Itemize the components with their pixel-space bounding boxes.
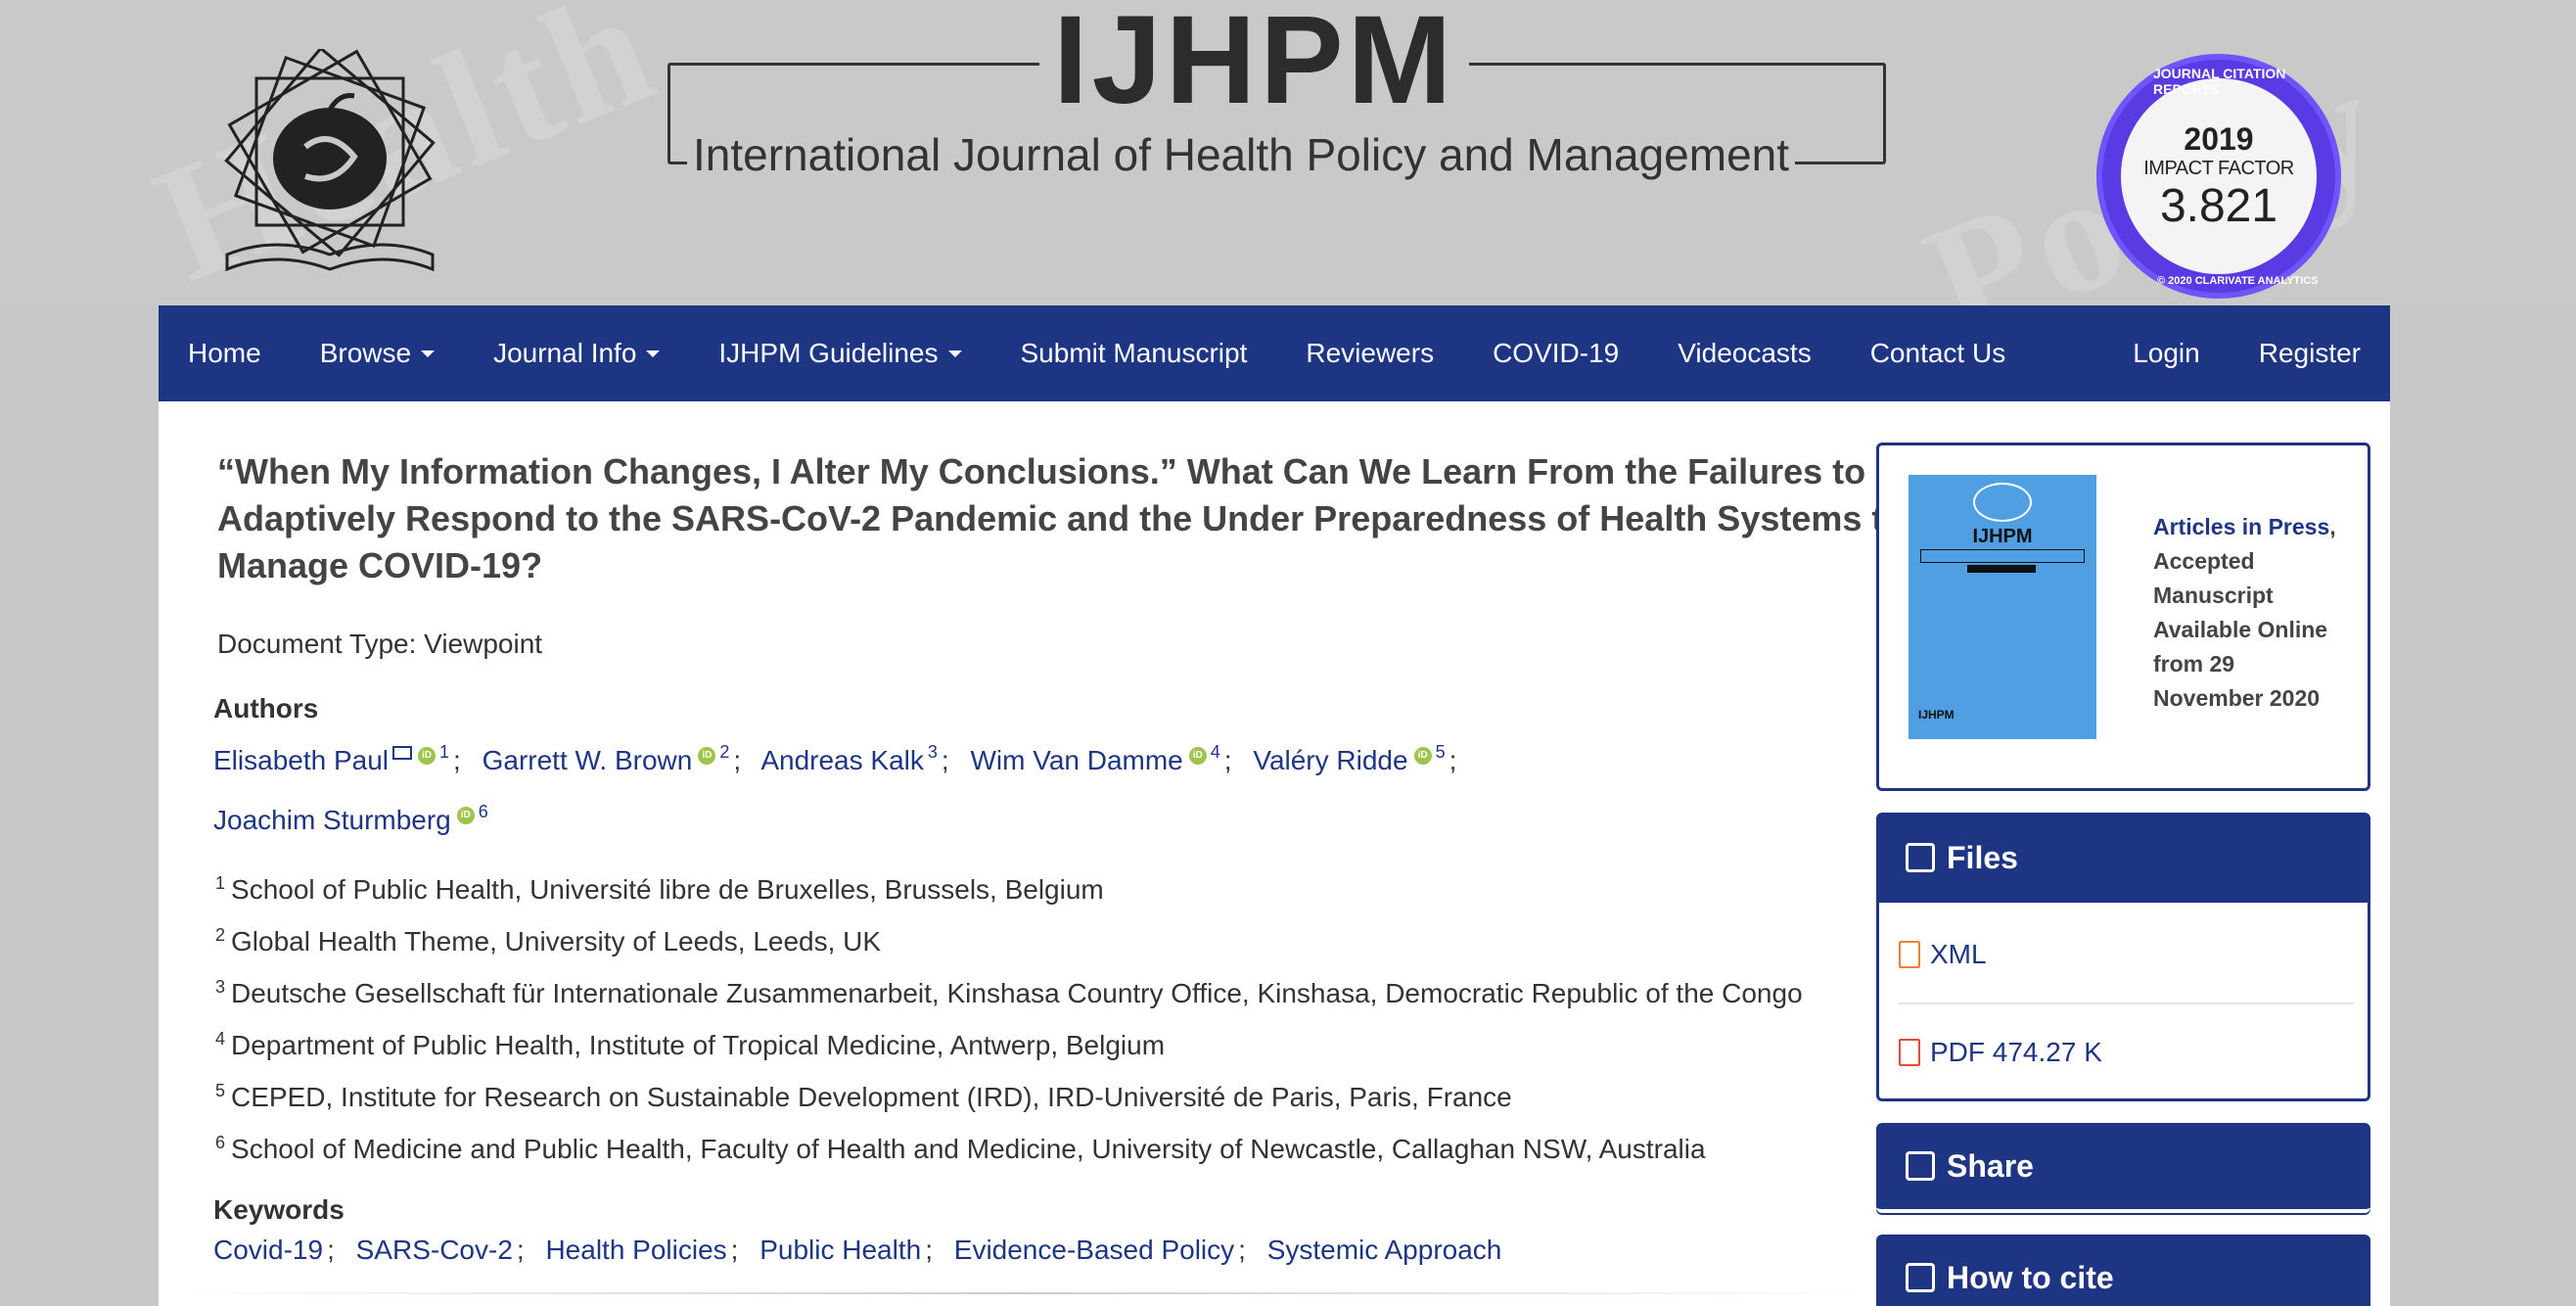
section-divider xyxy=(159,1292,1881,1294)
author-link[interactable]: Valéry Ridde xyxy=(1253,745,1407,775)
articles-in-press-link[interactable]: Articles in Press xyxy=(2153,514,2329,539)
nav-reviewers[interactable]: Reviewers xyxy=(1306,338,1434,369)
sidebar: IJHPM IJHPM Articles in Press, Accepted … xyxy=(1876,443,2370,1306)
files-panel-body: XML PDF 474.27 K xyxy=(1876,903,2370,1101)
cover-abbr: IJHPM xyxy=(1972,526,2033,547)
cover-logo-icon xyxy=(1973,483,2032,522)
pdf-file-icon xyxy=(1899,1039,1920,1066)
author-affil-sup: 3 xyxy=(927,742,938,762)
share-panel-header[interactable]: Share xyxy=(1876,1123,2370,1213)
header-banner: Health Policy IJHPM International Journa… xyxy=(0,0,2576,305)
document-type: Document Type: Viewpoint xyxy=(217,629,543,659)
badge-value: 3.821 xyxy=(2159,179,2278,232)
impact-factor-badge: 2019 IMPACT FACTOR 3.821 JOURNAL CITATIO… xyxy=(2096,54,2341,299)
affiliation-item: 1 School of Public Health, Université lib… xyxy=(215,873,1104,905)
keyword-link[interactable]: Evidence-Based Policy xyxy=(954,1235,1234,1265)
journal-abbr: IJHPM xyxy=(1039,0,1470,123)
caret-down-icon xyxy=(421,350,436,357)
affiliations-list: 1 School of Public Health, Université lib… xyxy=(215,863,1959,1169)
affiliation-item: 5 CEPED, Institute for Research on Sustai… xyxy=(215,1081,1512,1112)
journal-cover-image[interactable]: IJHPM IJHPM xyxy=(1909,475,2096,739)
keyword-link[interactable]: Covid-19 xyxy=(213,1235,323,1265)
caret-down-icon xyxy=(947,350,962,357)
authors-list: Elisabeth Paul iD 1; Garrett W. Brown iD 2; … xyxy=(213,742,1457,835)
nav-register[interactable]: Register xyxy=(2259,338,2361,369)
xml-file-link[interactable]: XML xyxy=(1899,932,2354,977)
orcid-icon[interactable]: iD xyxy=(1188,747,1207,765)
files-icon xyxy=(1906,843,1935,872)
keyword-link[interactable]: Public Health xyxy=(759,1235,921,1265)
orcid-icon[interactable]: iD xyxy=(1413,747,1432,765)
share-icon xyxy=(1906,1151,1935,1181)
badge-ring-text: JOURNAL CITATION REPORTS xyxy=(2153,66,2286,97)
nav-covid-19[interactable]: COVID-19 xyxy=(1493,338,1619,369)
nav-browse[interactable]: Browse xyxy=(320,338,436,369)
nav-ijhpm-guidelines[interactable]: IJHPM Guidelines xyxy=(718,338,962,369)
orcid-icon[interactable]: iD xyxy=(418,747,437,765)
badge-year: 2019 xyxy=(2184,120,2254,157)
author-link[interactable]: Joachim Sturmberg xyxy=(213,805,451,835)
nav-home[interactable]: Home xyxy=(188,338,261,369)
nav-login[interactable]: Login xyxy=(2133,338,2200,369)
author-affil-sup: 4 xyxy=(1210,742,1220,762)
journal-logo-icon[interactable] xyxy=(217,49,442,284)
author-affil-sup: 6 xyxy=(478,802,488,821)
how-to-cite-panel-header[interactable]: How to cite xyxy=(1876,1235,2370,1306)
issue-status: Articles in Press, Accepted Manuscript A… xyxy=(2153,514,2336,711)
article-title: “When My Information Changes, I Alter My… xyxy=(217,451,1906,585)
keyword-link[interactable]: Systemic Approach xyxy=(1267,1235,1502,1265)
journal-full-title: International Journal of Health Policy a… xyxy=(687,125,1796,184)
author-affil-sup: 5 xyxy=(1435,742,1446,762)
article-main: “When My Information Changes, I Alter My… xyxy=(213,448,1959,1275)
cover-footer: IJHPM xyxy=(1918,708,1955,722)
orcid-icon[interactable]: iD xyxy=(698,747,716,765)
journal-title-block: IJHPM International Journal of Health Po… xyxy=(667,0,2047,186)
nav-contact-us[interactable]: Contact Us xyxy=(1870,338,2006,369)
author-link[interactable]: Elisabeth Paul xyxy=(213,745,389,775)
badge-label: IMPACT FACTOR xyxy=(2143,157,2294,179)
keywords-heading: Keywords xyxy=(213,1194,345,1225)
content-card: “When My Information Changes, I Alter My… xyxy=(159,401,2390,1306)
nav-journal-info[interactable]: Journal Info xyxy=(493,338,661,369)
pdf-file-link[interactable]: PDF 474.27 K xyxy=(1899,1003,2354,1075)
affiliation-item: 2 Global Health Theme, University of Leed… xyxy=(215,925,882,956)
author-link[interactable]: Garrett W. Brown xyxy=(483,745,693,775)
caret-down-icon xyxy=(646,350,661,357)
keywords-list: Covid-19; SARS-Cov-2; Health Policies; P… xyxy=(213,1235,1502,1265)
nav-submit-manuscript[interactable]: Submit Manuscript xyxy=(1021,338,1248,369)
badge-footer-text: © 2020 CLARIVATE ANALYTICS xyxy=(2157,275,2319,287)
author-affil-sup: 2 xyxy=(719,742,730,762)
issue-cover-box: IJHPM IJHPM Articles in Press, Accepted … xyxy=(1876,443,2370,791)
files-panel-header[interactable]: Files xyxy=(1876,813,2370,903)
author-link[interactable]: Wim Van Damme xyxy=(970,745,1182,775)
nav-videocasts[interactable]: Videocasts xyxy=(1678,338,1811,369)
keyword-link[interactable]: SARS-Cov-2 xyxy=(356,1235,513,1265)
keyword-link[interactable]: Health Policies xyxy=(545,1235,726,1265)
author-affil-sup: 1 xyxy=(439,742,450,762)
affiliation-item: 3 Deutsche Gesellschaft für International… xyxy=(215,977,1803,1008)
main-nav: Home Browse Journal Info IJHPM Guideline… xyxy=(159,305,2390,401)
mail-icon[interactable] xyxy=(392,746,413,760)
affiliation-item: 6 School of Medicine and Public Health, F… xyxy=(215,1133,1706,1164)
xml-file-icon xyxy=(1899,941,1920,968)
external-link-icon xyxy=(1906,1263,1935,1292)
author-link[interactable]: Andreas Kalk xyxy=(760,745,924,775)
authors-heading: Authors xyxy=(213,693,319,723)
orcid-icon[interactable]: iD xyxy=(456,807,475,824)
affiliation-item: 4 Department of Public Health, Institute … xyxy=(215,1029,1166,1060)
